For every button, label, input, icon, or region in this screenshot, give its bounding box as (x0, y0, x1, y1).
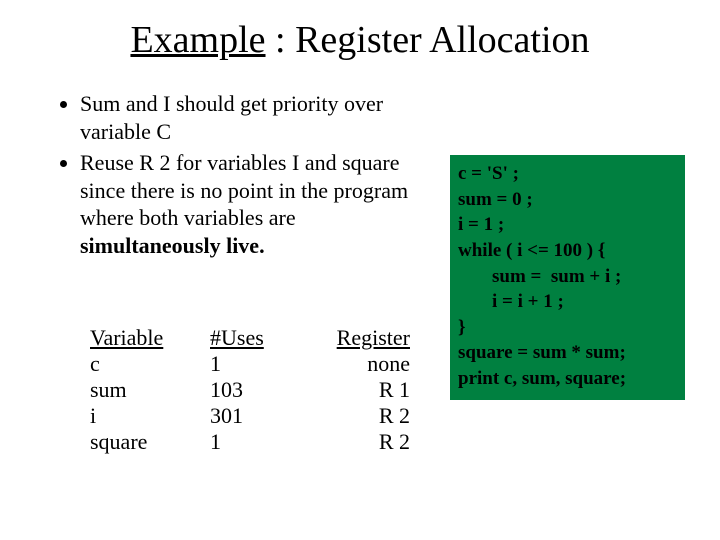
slide-title: Example : Register Allocation (0, 18, 720, 62)
cell-uses: 1 (210, 351, 300, 377)
table-row: square 1 R 2 (90, 429, 410, 455)
cell-uses: 1 (210, 429, 300, 455)
cell-variable: i (90, 403, 210, 429)
cell-variable: c (90, 351, 210, 377)
table-row: i 301 R 2 (90, 403, 410, 429)
code-line: print c, sum, square; (458, 368, 626, 389)
cell-register: R 1 (300, 377, 410, 403)
bullet-list: Sum and I should get priority over varia… (60, 90, 430, 263)
cell-register: R 2 (300, 429, 410, 455)
header-variable-label: Variable (90, 325, 163, 350)
code-line: i = 1 ; (458, 214, 504, 235)
cell-uses: 103 (210, 377, 300, 403)
code-line: sum = 0 ; (458, 189, 533, 210)
cell-register: R 2 (300, 403, 410, 429)
header-register: Register (300, 325, 410, 351)
bullet-item: Reuse R 2 for variables I and square sin… (80, 149, 430, 259)
code-line: while ( i <= 100 ) { (458, 240, 605, 261)
title-topic: Register Allocation (295, 19, 589, 61)
title-example: Example (130, 19, 265, 61)
header-uses: #Uses (210, 325, 300, 351)
cell-uses: 301 (210, 403, 300, 429)
bullet-item: Sum and I should get priority over varia… (80, 90, 430, 145)
variable-table: Variable #Uses Register c 1 none sum 103… (90, 325, 410, 455)
code-block: c = 'S' ; sum = 0 ; i = 1 ; while ( i <=… (450, 155, 685, 400)
slide: Example : Register Allocation Sum and I … (0, 0, 720, 540)
code-line: i = i + 1 ; (492, 291, 564, 312)
header-register-label: Register (337, 325, 410, 350)
code-line: c = 'S' ; (458, 163, 519, 184)
cell-register: none (300, 351, 410, 377)
bullet-text-bold: simultaneously live. (80, 233, 265, 258)
table-row: sum 103 R 1 (90, 377, 410, 403)
cell-variable: sum (90, 377, 210, 403)
bullet-text-pre: Reuse R 2 for variables I and square sin… (80, 150, 408, 230)
code-line: sum = sum + i ; (492, 266, 621, 287)
table-header-row: Variable #Uses Register (90, 325, 410, 351)
header-uses-label: #Uses (210, 325, 264, 350)
code-line: square = sum * sum; (458, 342, 626, 363)
code-line: } (458, 317, 466, 338)
bullet-text: Sum and I should get priority over varia… (80, 91, 383, 144)
header-variable: Variable (90, 325, 210, 351)
cell-variable: square (90, 429, 210, 455)
title-colon: : (266, 19, 296, 61)
table-row: c 1 none (90, 351, 410, 377)
